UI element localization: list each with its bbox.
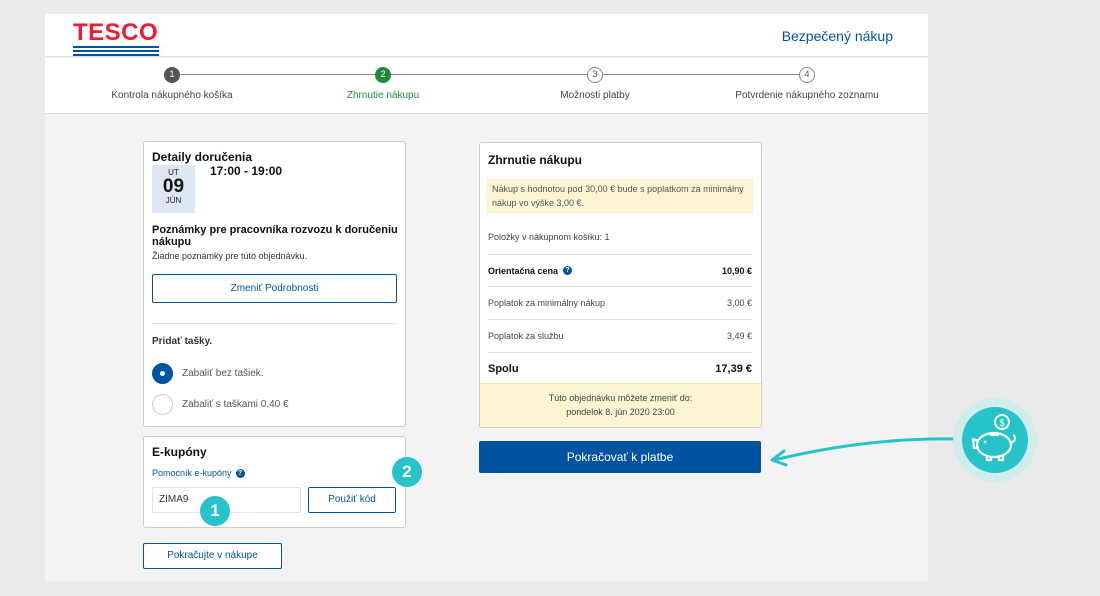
apply-code-button[interactable]: Použiť kód — [308, 487, 396, 513]
bag-option-no-bags[interactable]: Zabaliť bez tašiek. — [152, 363, 264, 384]
ecoupons-title: E-kupóny — [152, 445, 207, 459]
summary-row-minimum-fee: Poplatok za minimálny nákup 3,00 € — [488, 286, 752, 318]
delivery-date: UT 09 JÚN — [152, 165, 195, 213]
step-number: 1 — [164, 67, 180, 83]
row-value: 3,00 € — [726, 297, 752, 308]
row-label: Poplatok za službu — [488, 330, 564, 341]
step-3: 3 Možnosti platby — [495, 67, 695, 101]
bags-title: Pridať tašky. — [152, 336, 213, 347]
delivery-title: Detaily doručenia — [152, 150, 253, 164]
row-value: 17,39 € — [715, 362, 752, 375]
helper-label: Pomocník e-kupóny — [152, 468, 232, 478]
summary-row-service-fee: Poplatok za službu 3,49 € — [488, 319, 752, 351]
radio-selected[interactable] — [152, 363, 173, 384]
divider — [152, 323, 397, 324]
continue-shopping-button[interactable]: Pokračujte v nákupe — [143, 543, 282, 569]
step-label: Zhrnutie nákupu — [346, 90, 420, 101]
step-badge-1: 1 — [200, 496, 230, 526]
summary-row-total: Spolu 17,39 € — [488, 352, 752, 384]
proceed-to-payment-button[interactable]: Pokračovať k platbe — [479, 441, 761, 473]
bag-option-label: Zabaliť bez tašiek. — [182, 368, 264, 379]
notes-text: Žiadne poznámky pre túto objednávku. — [152, 251, 308, 261]
arrow-icon — [770, 437, 958, 467]
checkout-progress: 1 Kontrola nákupného košíka 2 Zhrnutie n… — [45, 58, 928, 114]
secure-checkout-label: Bezpečený nákup — [781, 28, 893, 44]
date-month: JÚN — [165, 196, 182, 205]
row-value: 10,90 € — [721, 265, 752, 276]
minimum-order-notice: Nákup s hodnotou pod 30,00 € bude s popl… — [487, 179, 753, 213]
date-day: 09 — [162, 176, 185, 197]
order-summary-card: Zhrnutie nákupu Nákup s hodnotou pod 30,… — [479, 142, 762, 428]
checkout-page: TESCO Bezpečený nákup 1 Kontrola nákupné… — [45, 14, 928, 581]
piggy-bank-badge: $ — [953, 398, 1037, 482]
bag-option-with-bags[interactable]: Zabaliť s taškami 0,40 € — [152, 394, 289, 415]
svg-text:$: $ — [999, 418, 1005, 429]
step-4: 4 Potvrdenie nákupného zoznamu — [707, 67, 907, 101]
help-icon[interactable]: ? — [563, 266, 573, 275]
bag-option-label: Zabaliť s taškami 0,40 € — [182, 399, 289, 410]
step-2: 2 Zhrnutie nákupu — [283, 67, 483, 101]
row-value: 3,49 € — [726, 330, 752, 341]
radio-unselected[interactable] — [152, 394, 173, 415]
delivery-details-card: Detaily doručenia UT 09 JÚN 17:00 - 19:0… — [143, 141, 406, 427]
step-badge-2: 2 — [392, 457, 422, 487]
step-number: 3 — [587, 67, 603, 83]
logo-text: TESCO — [73, 19, 159, 46]
piggy-bank-icon: $ — [962, 407, 1028, 473]
basket-items-count: Položky v nákupnom košíku: 1 — [488, 232, 610, 242]
row-label: Poplatok za minimálny nákup — [488, 297, 606, 308]
tesco-logo[interactable]: TESCO — [73, 19, 159, 56]
delivery-time: 17:00 - 19:00 — [210, 164, 283, 178]
step-number: 4 — [799, 67, 815, 83]
ecoupons-helper-link[interactable]: Pomocník e-kupóny ? — [152, 468, 245, 478]
step-label: Kontrola nákupného košíka — [111, 90, 233, 101]
change-details-button[interactable]: Zmeniť Podrobnosti — [152, 274, 397, 303]
step-label: Možnosti platby — [560, 90, 630, 101]
ecoupons-card: E-kupóny Pomocník e-kupóny ? ZIMA9 Použi… — [143, 436, 406, 528]
header: TESCO Bezpečený nákup — [45, 14, 928, 57]
row-label: Orientačná cena — [488, 265, 559, 276]
summary-title: Zhrnutie nákupu — [488, 153, 582, 167]
order-change-deadline: Túto objednávku môžete zmeniť do: pondel… — [480, 383, 761, 427]
step-number: 2 — [375, 67, 391, 83]
notes-title: Poznámky pre pracovníka rozvozu k doruče… — [152, 224, 398, 248]
summary-row-estimated-price: Orientačná cena? 10,90 € — [488, 254, 752, 286]
deadline-line-2: pondelok 8. jún 2020 23:00 — [566, 407, 675, 417]
deadline-line-1: Túto objednávku môžete zmeniť do: — [548, 393, 693, 403]
row-label: Spolu — [488, 362, 519, 375]
step-label: Potvrdenie nákupného zoznamu — [735, 90, 879, 101]
logo-stripes — [73, 46, 159, 56]
help-icon[interactable]: ? — [235, 468, 245, 478]
step-1[interactable]: 1 Kontrola nákupného košíka — [72, 67, 272, 101]
